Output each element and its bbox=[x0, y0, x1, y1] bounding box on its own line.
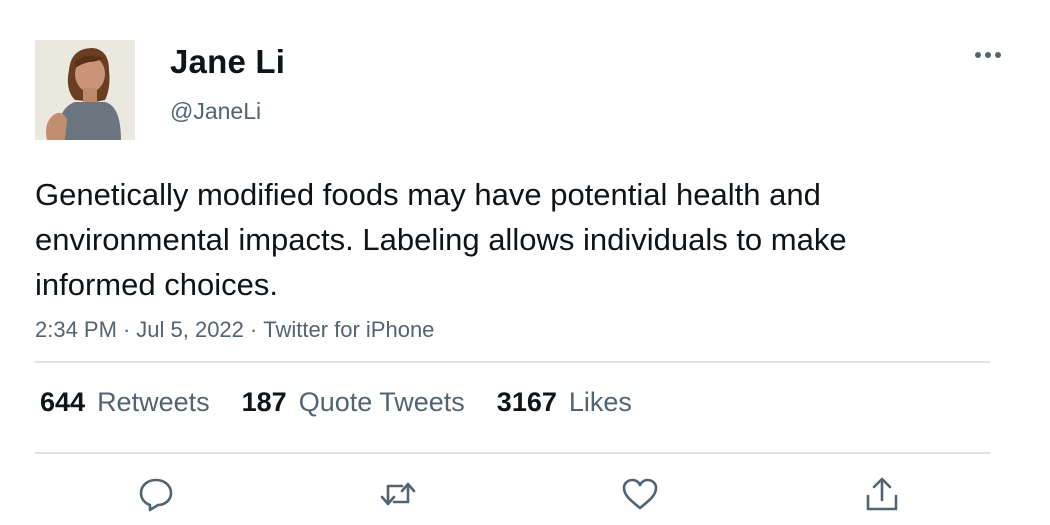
tweet-card: Jane Li @JaneLi Genetically modified foo… bbox=[0, 0, 1050, 525]
retweet-icon bbox=[380, 482, 416, 506]
divider bbox=[35, 452, 990, 454]
likes-stat[interactable]: 3167 Likes bbox=[497, 387, 632, 418]
tweet-text: Genetically modified foods may have pote… bbox=[35, 177, 847, 302]
like-button[interactable] bbox=[618, 472, 662, 516]
like-icon bbox=[622, 478, 658, 510]
avatar[interactable] bbox=[35, 40, 135, 140]
display-name[interactable]: Jane Li bbox=[170, 43, 285, 81]
likes-label: Likes bbox=[568, 387, 632, 417]
tweet-source[interactable]: Twitter for iPhone bbox=[263, 317, 434, 342]
more-options-button[interactable] bbox=[966, 40, 1010, 70]
tweet-time[interactable]: 2:34 PM bbox=[35, 317, 117, 342]
quote-tweets-stat[interactable]: 187 Quote Tweets bbox=[242, 387, 465, 418]
likes-count: 3167 bbox=[496, 387, 557, 417]
meta-separator: · bbox=[122, 317, 131, 342]
retweets-label: Retweets bbox=[97, 387, 210, 417]
retweets-stat[interactable]: 644 Retweets bbox=[40, 387, 210, 418]
retweet-button[interactable] bbox=[376, 472, 420, 516]
user-handle[interactable]: @JaneLi bbox=[170, 98, 261, 125]
avatar-image bbox=[35, 40, 135, 140]
quote-tweets-count: 187 bbox=[241, 387, 287, 417]
retweets-count: 644 bbox=[40, 387, 86, 417]
reply-button[interactable] bbox=[134, 472, 178, 516]
tweet-metadata: 2:34 PM · Jul 5, 2022 · Twitter for iPhone bbox=[35, 317, 434, 343]
tweet-date[interactable]: Jul 5, 2022 bbox=[136, 317, 244, 342]
share-icon bbox=[866, 477, 898, 511]
divider bbox=[35, 361, 990, 363]
tweet-stats: 644 Retweets 187 Quote Tweets 3167 Likes bbox=[40, 387, 632, 418]
share-button[interactable] bbox=[860, 472, 904, 516]
reply-icon bbox=[139, 478, 173, 512]
more-icon bbox=[975, 52, 1001, 58]
quote-tweets-label: Quote Tweets bbox=[298, 387, 465, 417]
meta-separator: · bbox=[249, 317, 258, 342]
